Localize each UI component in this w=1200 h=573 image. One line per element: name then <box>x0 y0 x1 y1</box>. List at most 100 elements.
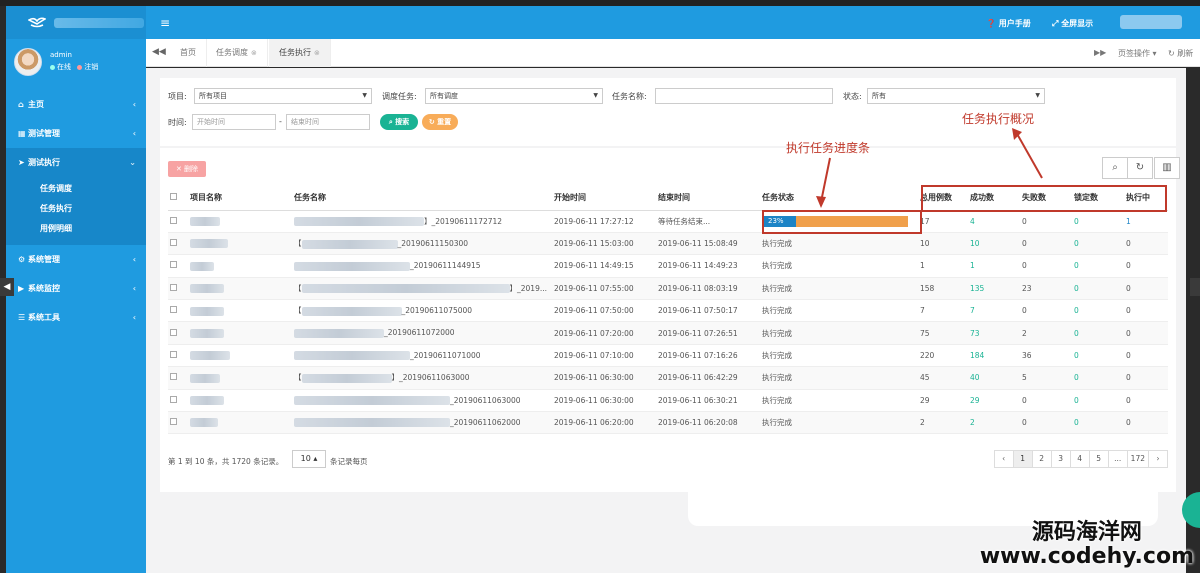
taskname-input[interactable] <box>655 88 833 104</box>
page-button[interactable]: ... <box>1107 450 1128 468</box>
row-checkbox[interactable] <box>170 283 177 291</box>
locked-count: 0 <box>1074 299 1126 323</box>
table-row[interactable]: 【 】_20190611063000 2019-06-11 06:30:00 20… <box>168 366 1168 390</box>
avatar[interactable] <box>14 47 42 76</box>
table-row[interactable]: 【 _20190611075000 2019-06-11 07:50:00 201… <box>168 299 1168 323</box>
table-row[interactable]: _20190611063000 2019-06-11 06:30:00 2019… <box>168 389 1168 413</box>
sidebar-item-home[interactable]: ⌂ 主页 ‹ <box>6 90 146 119</box>
task-name-suffix: 】_2019... <box>509 283 548 293</box>
table-row[interactable]: 【 】_2019... 2019-06-11 07:55:00 2019-06-1… <box>168 277 1168 301</box>
row-checkbox[interactable] <box>170 373 177 381</box>
task-status: 执行完成 <box>762 418 792 428</box>
row-checkbox[interactable] <box>170 239 177 247</box>
col-task[interactable]: 任务名称 <box>294 186 554 211</box>
table-row[interactable]: _20190611062000 2019-06-11 06:20:00 2019… <box>168 411 1168 435</box>
total-count: 45 <box>920 366 970 390</box>
fullscreen-link[interactable]: ⤢ 全屏显示 <box>1052 18 1093 29</box>
success-count: 4 <box>970 210 1022 233</box>
expand-right-arrow-icon[interactable] <box>1190 278 1200 296</box>
submenu-item-case-detail[interactable]: 用例明细 <box>6 219 146 239</box>
refresh-table-button[interactable]: ↻ <box>1127 157 1153 179</box>
total-count: 2 <box>920 411 970 435</box>
col-status[interactable]: 任务状态 <box>762 186 920 211</box>
user-manual-label: 用户手册 <box>998 19 1031 28</box>
close-tab-icon[interactable]: ⊗ <box>314 49 320 57</box>
col-end[interactable]: 结束时间 <box>658 186 762 211</box>
success-count: 184 <box>970 344 1022 368</box>
task-name-blurred <box>294 217 424 227</box>
sidebar-item-label: 测试管理 <box>28 129 60 138</box>
page-button[interactable]: 4 <box>1069 450 1090 468</box>
row-checkbox[interactable] <box>170 418 177 426</box>
delete-label: 删除 <box>184 165 199 173</box>
watermark: 源码海洋网 www.codehy.com <box>980 520 1194 569</box>
tabs-scroll-left-icon[interactable]: ◀◀ <box>152 47 166 57</box>
total-count: 158 <box>920 277 970 301</box>
taskname-label: 任务名称: <box>612 92 647 101</box>
delete-button[interactable]: ✕ 删除 <box>168 161 206 177</box>
user-manual-link[interactable]: ❓ 用户手册 <box>986 18 1031 29</box>
logout-link[interactable]: 注销 <box>84 63 98 71</box>
page-ops-dropdown[interactable]: 页签操作 ▾ <box>1118 48 1157 59</box>
table-row[interactable]: _20190611144915 2019-06-11 14:49:15 2019… <box>168 254 1168 278</box>
tab-home[interactable]: 首页 <box>170 39 207 67</box>
sidebar-item-system-tools[interactable]: ☰ 系统工具 ‹ <box>6 303 146 332</box>
collapse-left-arrow-icon[interactable]: ◀ <box>0 278 14 296</box>
sidebar-item-system-monitor[interactable]: ▶ 系统监控 ‹ <box>6 274 146 303</box>
page-button[interactable]: 1 <box>1012 450 1033 468</box>
fail-count: 23 <box>1022 277 1074 301</box>
sidebar-item-test-execution[interactable]: ➤ 测试执行 ⌄ <box>6 148 146 177</box>
refresh-button[interactable]: ↻ 刷新 <box>1168 48 1193 59</box>
user-menu-blurred[interactable] <box>1120 15 1182 29</box>
schedule-select[interactable]: 所有调度 ▼ <box>425 88 603 104</box>
select-all-checkbox[interactable] <box>170 193 177 201</box>
project-name-blurred <box>190 216 220 226</box>
sidebar-item-test-management[interactable]: ▦ 测试管理 ‹ <box>6 119 146 148</box>
page-size-select[interactable]: 10 ▴ <box>292 450 326 468</box>
page-button[interactable]: 172 <box>1126 450 1149 468</box>
row-checkbox[interactable] <box>170 351 177 359</box>
tab-execution[interactable]: 任务执行 ⊗ <box>269 39 331 67</box>
overview-annotation-label: 任务执行概况 <box>962 112 1035 126</box>
search-button[interactable]: ⌕ 搜索 <box>380 114 418 130</box>
col-project[interactable]: 项目名称 <box>190 186 294 211</box>
project-select-value: 所有项目 <box>199 92 227 100</box>
sidebar-item-system-management[interactable]: ⚙ 系统管理 ‹ <box>6 245 146 274</box>
hamburger-menu-icon[interactable]: ≡ <box>160 16 170 30</box>
page-button[interactable]: 2 <box>1031 450 1052 468</box>
status-select[interactable]: 所有 ▼ <box>867 88 1045 104</box>
schedule-select-value: 所有调度 <box>430 92 458 100</box>
row-checkbox[interactable] <box>170 306 177 314</box>
tabs-scroll-right-icon[interactable]: ▶▶ <box>1094 48 1106 57</box>
locked-count: 0 <box>1074 366 1126 390</box>
tab-schedule[interactable]: 任务调度 ⊗ <box>206 39 268 67</box>
tab-label: 任务调度 <box>216 48 248 57</box>
table-row[interactable]: _20190611072000 2019-06-11 07:20:00 2019… <box>168 321 1168 345</box>
row-checkbox[interactable] <box>170 261 177 269</box>
row-checkbox[interactable] <box>170 395 177 403</box>
page-button[interactable]: › <box>1148 450 1168 468</box>
table-row[interactable]: 【 _20190611150300 2019-06-11 15:03:00 201… <box>168 232 1168 256</box>
project-name-blurred <box>190 373 220 383</box>
reset-button[interactable]: ↻ 重置 <box>422 114 458 130</box>
submenu-item-schedule[interactable]: 任务调度 <box>6 179 146 199</box>
close-tab-icon[interactable]: ⊗ <box>251 49 257 57</box>
table-row[interactable]: _20190611071000 2019-06-11 07:10:00 2019… <box>168 344 1168 368</box>
locked-count: 0 <box>1074 277 1126 301</box>
end-time-input[interactable]: 结束时间 <box>286 114 370 130</box>
page-button[interactable]: 3 <box>1050 450 1071 468</box>
row-checkbox[interactable] <box>170 328 177 336</box>
columns-button[interactable]: ▥ <box>1154 157 1180 179</box>
row-checkbox[interactable] <box>170 216 177 224</box>
progress-annotation-box <box>762 210 922 234</box>
project-select[interactable]: 所有项目 ▼ <box>194 88 372 104</box>
submenu-item-execution[interactable]: 任务执行 <box>6 199 146 219</box>
page-button[interactable]: ‹ <box>993 450 1014 468</box>
page-button[interactable]: 5 <box>1088 450 1109 468</box>
table-row[interactable]: 】_20190611172712 2019-06-11 17:27:12 等待任… <box>168 210 1168 233</box>
total-count: 10 <box>920 232 970 256</box>
col-start[interactable]: 开始时间 <box>554 186 658 211</box>
search-toggle-button[interactable]: ⌕ <box>1102 157 1128 179</box>
success-count: 29 <box>970 389 1022 413</box>
start-time-input[interactable]: 开始时间 <box>192 114 276 130</box>
